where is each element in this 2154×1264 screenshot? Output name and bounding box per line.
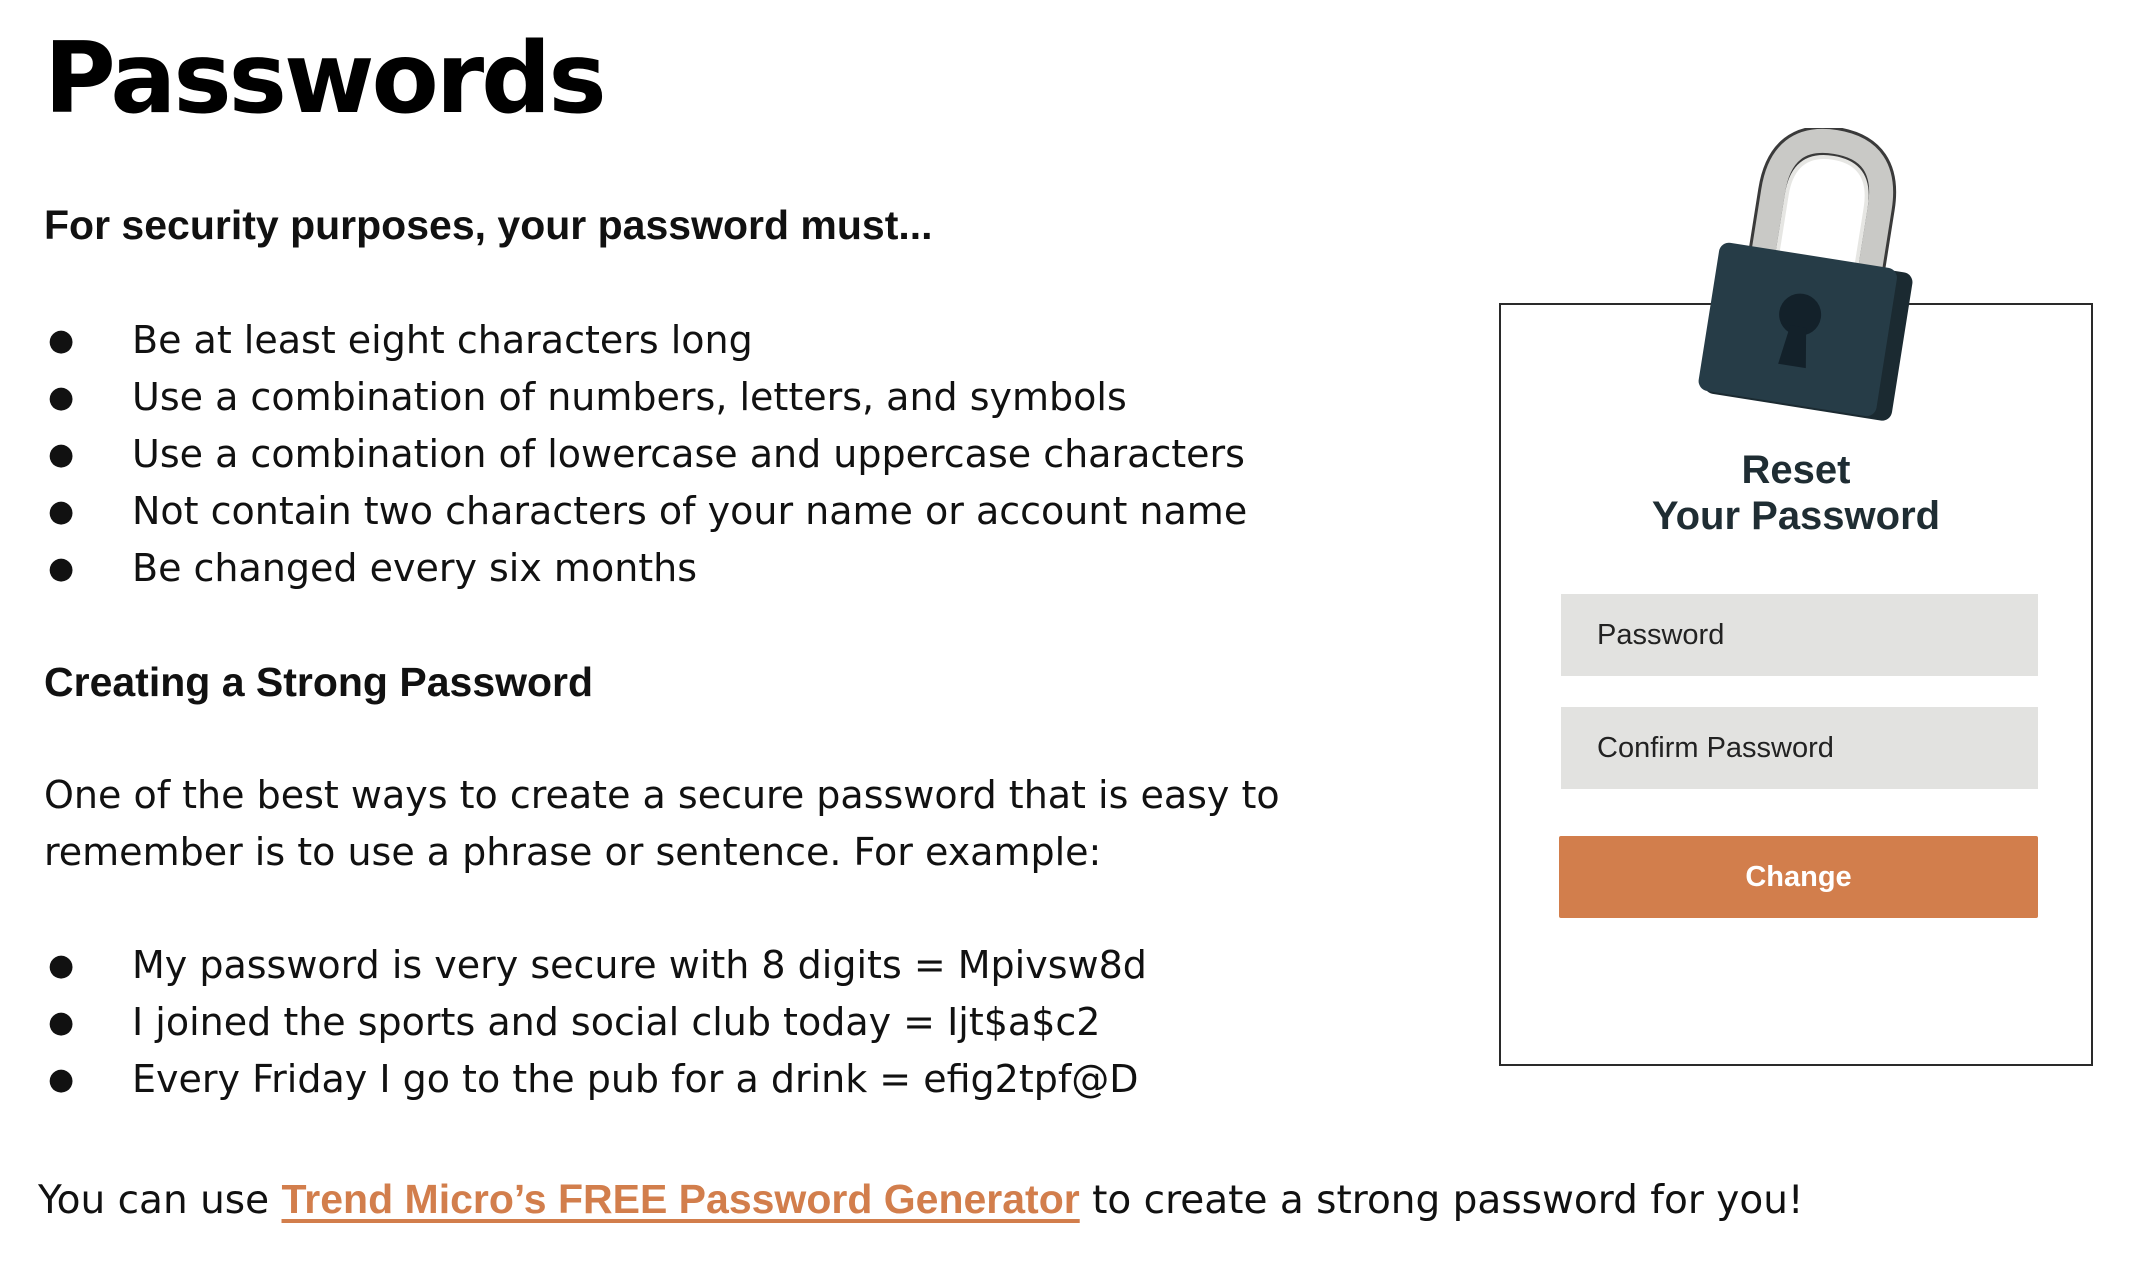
password-field[interactable] [1561, 594, 2038, 676]
bullet-icon: ● [48, 948, 75, 983]
strong-password-paragraph: One of the best ways to create a secure … [44, 773, 1280, 874]
content-column: For security purposes, your password mus… [44, 196, 1424, 1108]
list-item: ● Be changed every six months [44, 540, 1424, 597]
bullet-icon: ● [48, 437, 75, 472]
bullet-icon: ● [48, 1062, 75, 1097]
requirements-list: ● Be at least eight characters long ● Use … [44, 312, 1424, 597]
footer-text: You can use Trend Micro’s FREE Password … [38, 1176, 1804, 1223]
password-generator-link[interactable]: Trend Micro’s FREE Password Generator [282, 1176, 1080, 1222]
page-title: Passwords [44, 22, 607, 136]
list-item: ● My password is very secure with 8 digit… [44, 937, 1424, 994]
list-item: ● Every Friday I go to the pub for a drin… [44, 1051, 1424, 1108]
list-item: ● I joined the sports and social club tod… [44, 994, 1424, 1051]
list-item: ● Use a combination of lowercase and uppe… [44, 426, 1424, 483]
bullet-icon: ● [48, 1005, 75, 1040]
bullet-icon: ● [48, 380, 75, 415]
bullet-icon: ● [48, 551, 75, 586]
confirm-password-field[interactable] [1561, 707, 2038, 789]
bullet-icon: ● [48, 494, 75, 529]
list-item: ● Be at least eight characters long [44, 312, 1424, 369]
reset-card-title: Reset Your Password [1651, 448, 1941, 538]
list-item: ● Use a combination of numbers, letters, … [44, 369, 1424, 426]
change-button[interactable]: Change [1559, 836, 2038, 918]
list-item: ● Not contain two characters of your name… [44, 483, 1424, 540]
bullet-icon: ● [48, 323, 75, 358]
examples-list: ● My password is very secure with 8 digit… [44, 937, 1424, 1108]
strong-password-heading: Creating a Strong Password [44, 659, 594, 705]
requirements-heading: For security purposes, your password mus… [44, 202, 933, 248]
padlock-icon [1682, 126, 1942, 428]
